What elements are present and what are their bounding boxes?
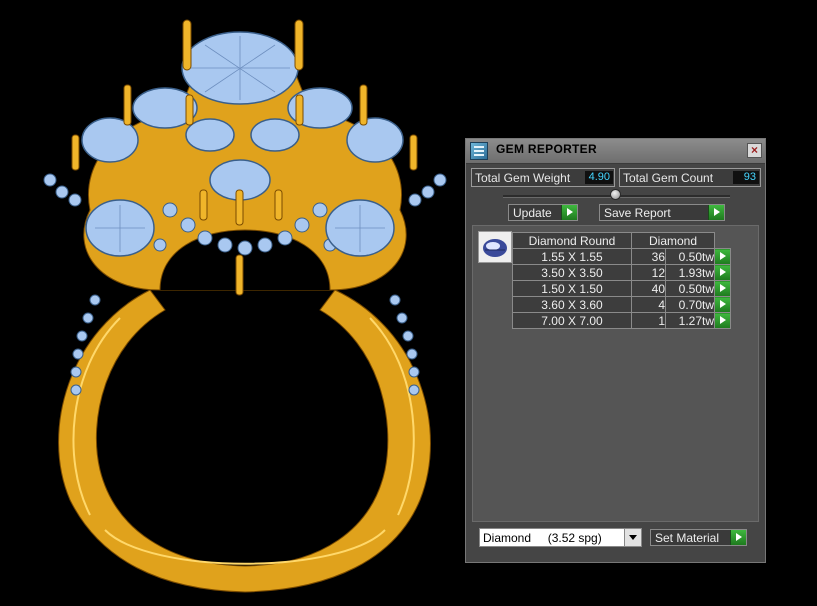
update-button-label: Update <box>513 206 552 220</box>
slider-handle[interactable] <box>610 189 621 200</box>
total-gem-weight-box: Total Gem Weight 4.90 <box>471 168 615 187</box>
table-row[interactable]: 1.50 X 1.50 40 0.50tw <box>512 280 731 297</box>
gem-reporter-panel: GEM REPORTER × Total Gem Weight 4.90 Tot… <box>465 138 766 563</box>
total-gem-weight-value: 4.90 <box>585 171 613 184</box>
row-select-arrow-icon[interactable] <box>714 264 731 281</box>
play-arrow-icon <box>730 530 746 545</box>
column-header-stone: Diamond <box>631 232 715 249</box>
total-gem-count-box: Total Gem Count 93 <box>619 168 761 187</box>
gem-weight: 1.93tw <box>665 264 715 281</box>
table-header-row: Diamond Round Diamond <box>512 232 731 249</box>
row-select-arrow-icon[interactable] <box>714 280 731 297</box>
gem-count: 40 <box>631 280 666 297</box>
close-icon[interactable]: × <box>747 143 762 158</box>
save-report-button-label: Save Report <box>604 206 671 220</box>
gem-count: 4 <box>631 296 666 313</box>
column-header-shape: Diamond Round <box>512 232 632 249</box>
total-gem-weight-label: Total Gem Weight <box>475 171 571 185</box>
play-arrow-icon <box>561 205 577 220</box>
total-gem-count-value: 93 <box>733 171 759 184</box>
set-material-button-label: Set Material <box>655 531 720 545</box>
gem-count: 36 <box>631 248 666 265</box>
update-button[interactable]: Update <box>508 204 578 221</box>
gem-size: 3.60 X 3.60 <box>512 296 632 313</box>
gem-size: 1.50 X 1.50 <box>512 280 632 297</box>
table-row[interactable]: 3.60 X 3.60 4 0.70tw <box>512 296 731 313</box>
gem-weight: 0.50tw <box>665 280 715 297</box>
material-select-value: Diamond (3.52 spg) <box>483 531 602 545</box>
gem-weight: 0.70tw <box>665 296 715 313</box>
gem-size: 1.55 X 1.55 <box>512 248 632 265</box>
diamond-thumbnail-icon[interactable] <box>478 231 512 263</box>
window-title: GEM REPORTER <box>496 142 597 156</box>
set-material-button[interactable]: Set Material <box>650 529 747 546</box>
title-bar[interactable]: GEM REPORTER × <box>466 139 765 164</box>
total-gem-count-label: Total Gem Count <box>623 171 714 185</box>
row-select-arrow-icon[interactable] <box>714 296 731 313</box>
gem-reporter-icon <box>470 142 488 160</box>
row-select-arrow-icon[interactable] <box>714 312 731 329</box>
chevron-down-icon[interactable] <box>624 529 641 546</box>
material-select[interactable]: Diamond (3.52 spg) <box>479 528 642 547</box>
table-row[interactable]: 3.50 X 3.50 12 1.93tw <box>512 264 731 281</box>
gem-count: 12 <box>631 264 666 281</box>
gem-size: 7.00 X 7.00 <box>512 312 632 329</box>
play-arrow-icon <box>708 205 724 220</box>
gem-list-area: Diamond Round Diamond 1.55 X 1.55 36 0.5… <box>472 225 759 522</box>
gem-count: 1 <box>631 312 666 329</box>
row-select-arrow-icon[interactable] <box>714 248 731 265</box>
gem-size: 3.50 X 3.50 <box>512 264 632 281</box>
ring-shank <box>58 289 431 593</box>
table-row[interactable]: 7.00 X 7.00 1 1.27tw <box>512 312 731 329</box>
table-row[interactable]: 1.55 X 1.55 36 0.50tw <box>512 248 731 265</box>
save-report-button[interactable]: Save Report <box>599 204 725 221</box>
gem-table: Diamond Round Diamond 1.55 X 1.55 36 0.5… <box>512 232 731 329</box>
gem-weight: 0.50tw <box>665 248 715 265</box>
gem-weight: 1.27tw <box>665 312 715 329</box>
